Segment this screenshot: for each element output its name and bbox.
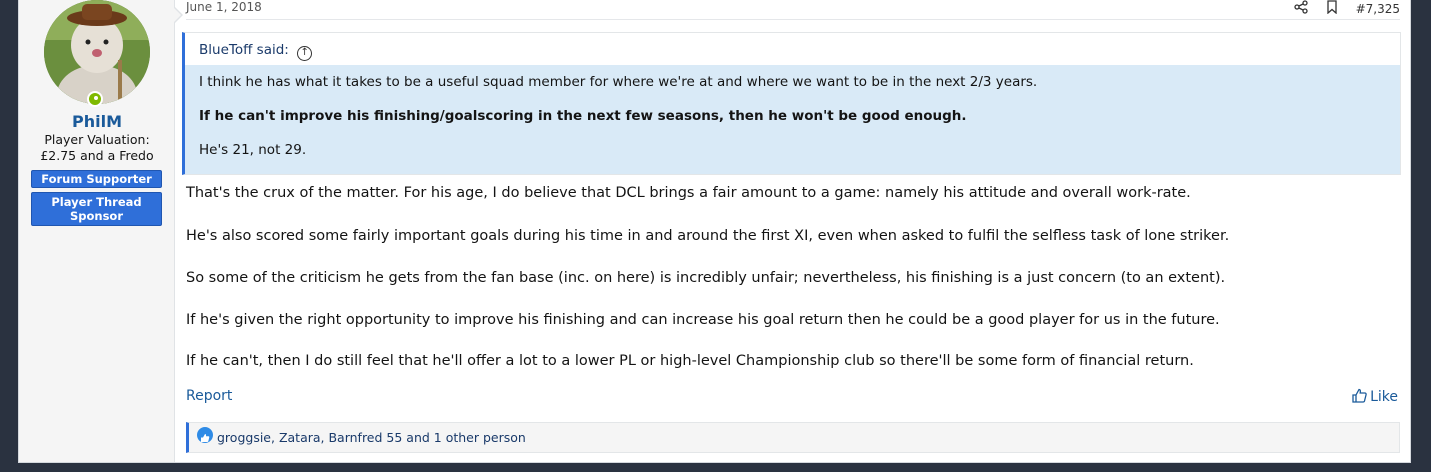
report-link[interactable]: Report <box>186 388 232 404</box>
user-title: Player Valuation: £2.75 and a Fredo <box>19 132 175 164</box>
username[interactable]: PhilM <box>19 112 175 131</box>
message-paragraph: He's also scored some fairly important g… <box>186 228 1230 244</box>
user-banner-forum-supporter: Forum Supporter <box>31 170 162 188</box>
share-icon[interactable] <box>1294 0 1308 17</box>
message-paragraph: If he's given the right opportunity to i… <box>186 312 1220 328</box>
quote-line-bold: If he can't improve his finishing/goalsc… <box>199 108 967 124</box>
thumbs-up-icon <box>1352 388 1367 403</box>
quote-author[interactable]: BlueToff said: <box>199 42 289 58</box>
like-button[interactable]: Like <box>1352 388 1398 405</box>
user-title-line2: £2.75 and a Fredo <box>40 148 154 163</box>
forum-post: PhilM Player Valuation: £2.75 and a Fred… <box>18 0 1411 463</box>
user-banner-thread-sponsor: Player Thread Sponsor <box>31 192 162 226</box>
arrow-up-circle-icon[interactable]: ↑ <box>297 46 313 61</box>
post-date[interactable]: June 1, 2018 <box>186 0 262 14</box>
quote-header[interactable]: BlueToff said: ↑ <box>185 33 1400 65</box>
quote-line: He's 21, not 29. <box>199 142 307 158</box>
post-number[interactable]: #7,325 <box>1356 2 1400 16</box>
sidebar-arrow <box>173 6 183 24</box>
reactions-bar[interactable]: groggsie, Zatara, Barnfred 55 and 1 othe… <box>186 422 1400 453</box>
post-actions-top: #7,325 <box>1280 0 1400 17</box>
bookmark-icon[interactable] <box>1326 0 1338 17</box>
quote-block: BlueToff said: ↑ I think he has what it … <box>182 32 1401 175</box>
user-sidebar: PhilM Player Valuation: £2.75 and a Fred… <box>19 0 175 462</box>
message-paragraph: That's the crux of the matter. For his a… <box>186 185 1191 201</box>
quote-line: I think he has what it takes to be a use… <box>199 74 1038 90</box>
reactions-list[interactable]: groggsie, Zatara, Barnfred 55 and 1 othe… <box>217 430 526 445</box>
user-title-line1: Player Valuation: <box>44 132 150 147</box>
message-paragraph: So some of the criticism he gets from th… <box>186 270 1226 286</box>
like-reaction-icon <box>197 427 213 443</box>
header-divider <box>186 19 1400 20</box>
like-label: Like <box>1370 389 1398 405</box>
message-paragraph: If he can't, then I do still feel that h… <box>186 353 1194 369</box>
online-status-indicator <box>87 91 103 107</box>
avatar[interactable] <box>44 0 150 104</box>
quote-body: I think he has what it takes to be a use… <box>185 65 1400 174</box>
